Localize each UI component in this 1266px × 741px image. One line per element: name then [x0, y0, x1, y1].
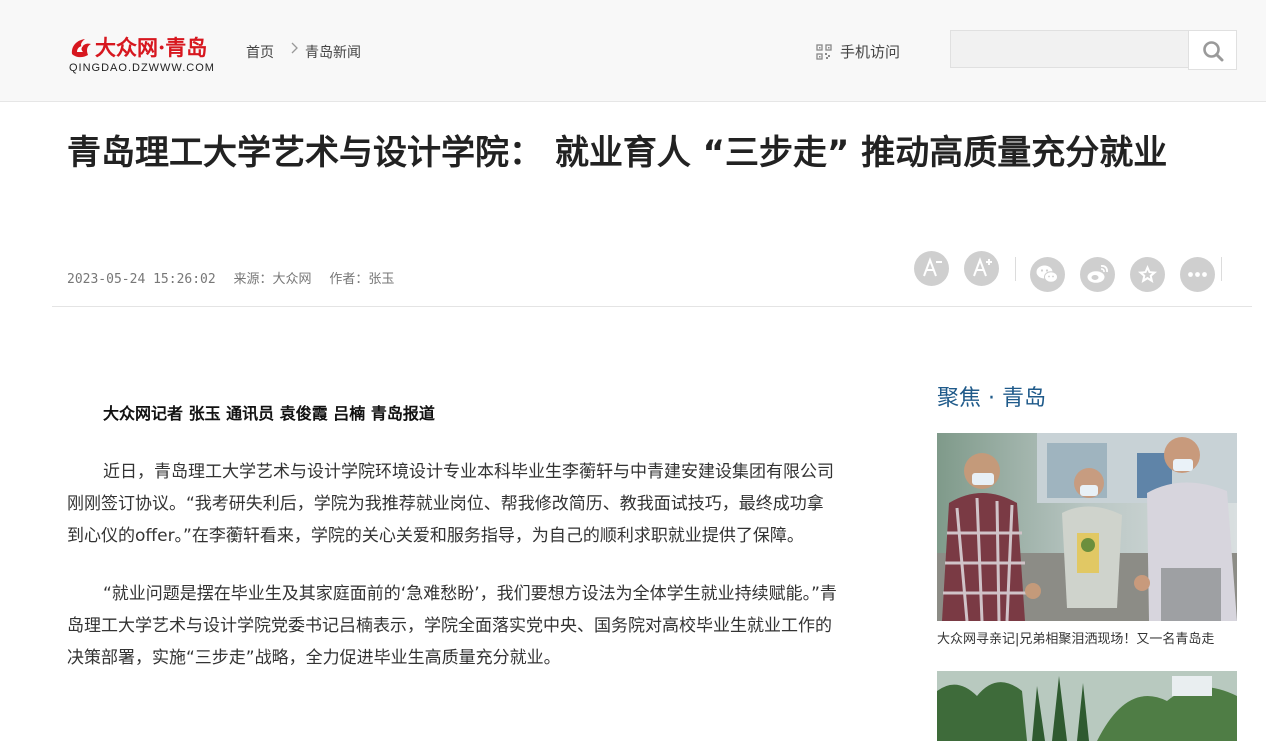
publish-datetime: 2023-05-24 15:26:02	[67, 272, 216, 287]
search-button[interactable]	[1188, 30, 1237, 70]
toolbar-divider	[1221, 257, 1222, 281]
more-icon	[1188, 272, 1207, 277]
logo-text: 大众网·青岛	[95, 35, 208, 60]
article-title: 青岛理工大学艺术与设计学院： 就业育人 “三步走” 推动高质量充分就业	[67, 133, 1168, 173]
mobile-access-link[interactable]: 手机访问	[816, 41, 900, 62]
article-source: 来源：大众网	[233, 272, 312, 287]
article-toolbar	[912, 251, 1232, 295]
font-decrease-icon	[923, 257, 942, 277]
qr-code-icon	[816, 43, 832, 60]
wechat-share-icon	[1036, 265, 1058, 283]
news-photo	[937, 671, 1237, 741]
font-increase-button[interactable]	[964, 251, 999, 286]
weibo-share-icon	[1087, 265, 1108, 283]
sidebar-title: 聚焦 · 青岛	[937, 386, 1046, 411]
search-input[interactable]	[950, 30, 1188, 68]
article-meta: 2023-05-24 15:26:02 来源：大众网 作者：张玉	[67, 268, 404, 287]
title-divider	[52, 306, 1252, 307]
breadcrumb-current[interactable]: 青岛新闻	[305, 42, 361, 62]
sidebar-news-image[interactable]	[937, 671, 1237, 741]
breadcrumb-home[interactable]: 首页	[246, 42, 274, 62]
article-author: 作者：张玉	[329, 272, 395, 287]
favorite-star-icon	[1138, 265, 1157, 283]
logo-domain: QINGDAO.DZWWW.COM	[69, 62, 215, 74]
article-body: 大众网记者 张玉 通讯员 袁俊霞 吕楠 青岛报道 近日，青岛理工大学艺术与设计学…	[67, 398, 837, 674]
site-logo[interactable]: 大众网·青岛 QINGDAO.DZWWW.COM	[67, 28, 227, 78]
article-paragraph: “就业问题是摆在毕业生及其家庭面前的‘急难愁盼’，我们要想方设法为全体学生就业持…	[67, 584, 837, 668]
article-byline: 大众网记者 张玉 通讯员 袁俊霞 吕楠 青岛报道	[103, 404, 435, 423]
sidebar-news-image[interactable]	[937, 433, 1237, 621]
search-icon	[1203, 41, 1224, 62]
more-share-button[interactable]	[1180, 257, 1215, 292]
logo-wordmark: 大众网·青岛	[69, 32, 207, 62]
weibo-share-button[interactable]	[1080, 257, 1115, 292]
news-photo	[937, 433, 1237, 621]
favorite-button[interactable]	[1130, 257, 1165, 292]
mobile-access-label: 手机访问	[840, 43, 901, 61]
toolbar-divider	[1015, 257, 1016, 281]
chevron-right-icon	[291, 42, 298, 54]
sidebar-news-caption[interactable]: 大众网寻亲记|兄弟相聚泪洒现场！又一名青岛走	[937, 628, 1237, 647]
font-decrease-button[interactable]	[914, 251, 949, 286]
font-increase-icon	[973, 257, 992, 277]
site-header: 大众网·青岛 QINGDAO.DZWWW.COM 首页 青岛新闻 手机访问	[0, 0, 1266, 102]
article-paragraph: 近日，青岛理工大学艺术与设计学院环境设计专业本科毕业生李蘅轩与中青建安建设集团有…	[67, 462, 834, 546]
logo-flame-icon	[71, 39, 91, 58]
wechat-share-button[interactable]	[1030, 257, 1065, 292]
